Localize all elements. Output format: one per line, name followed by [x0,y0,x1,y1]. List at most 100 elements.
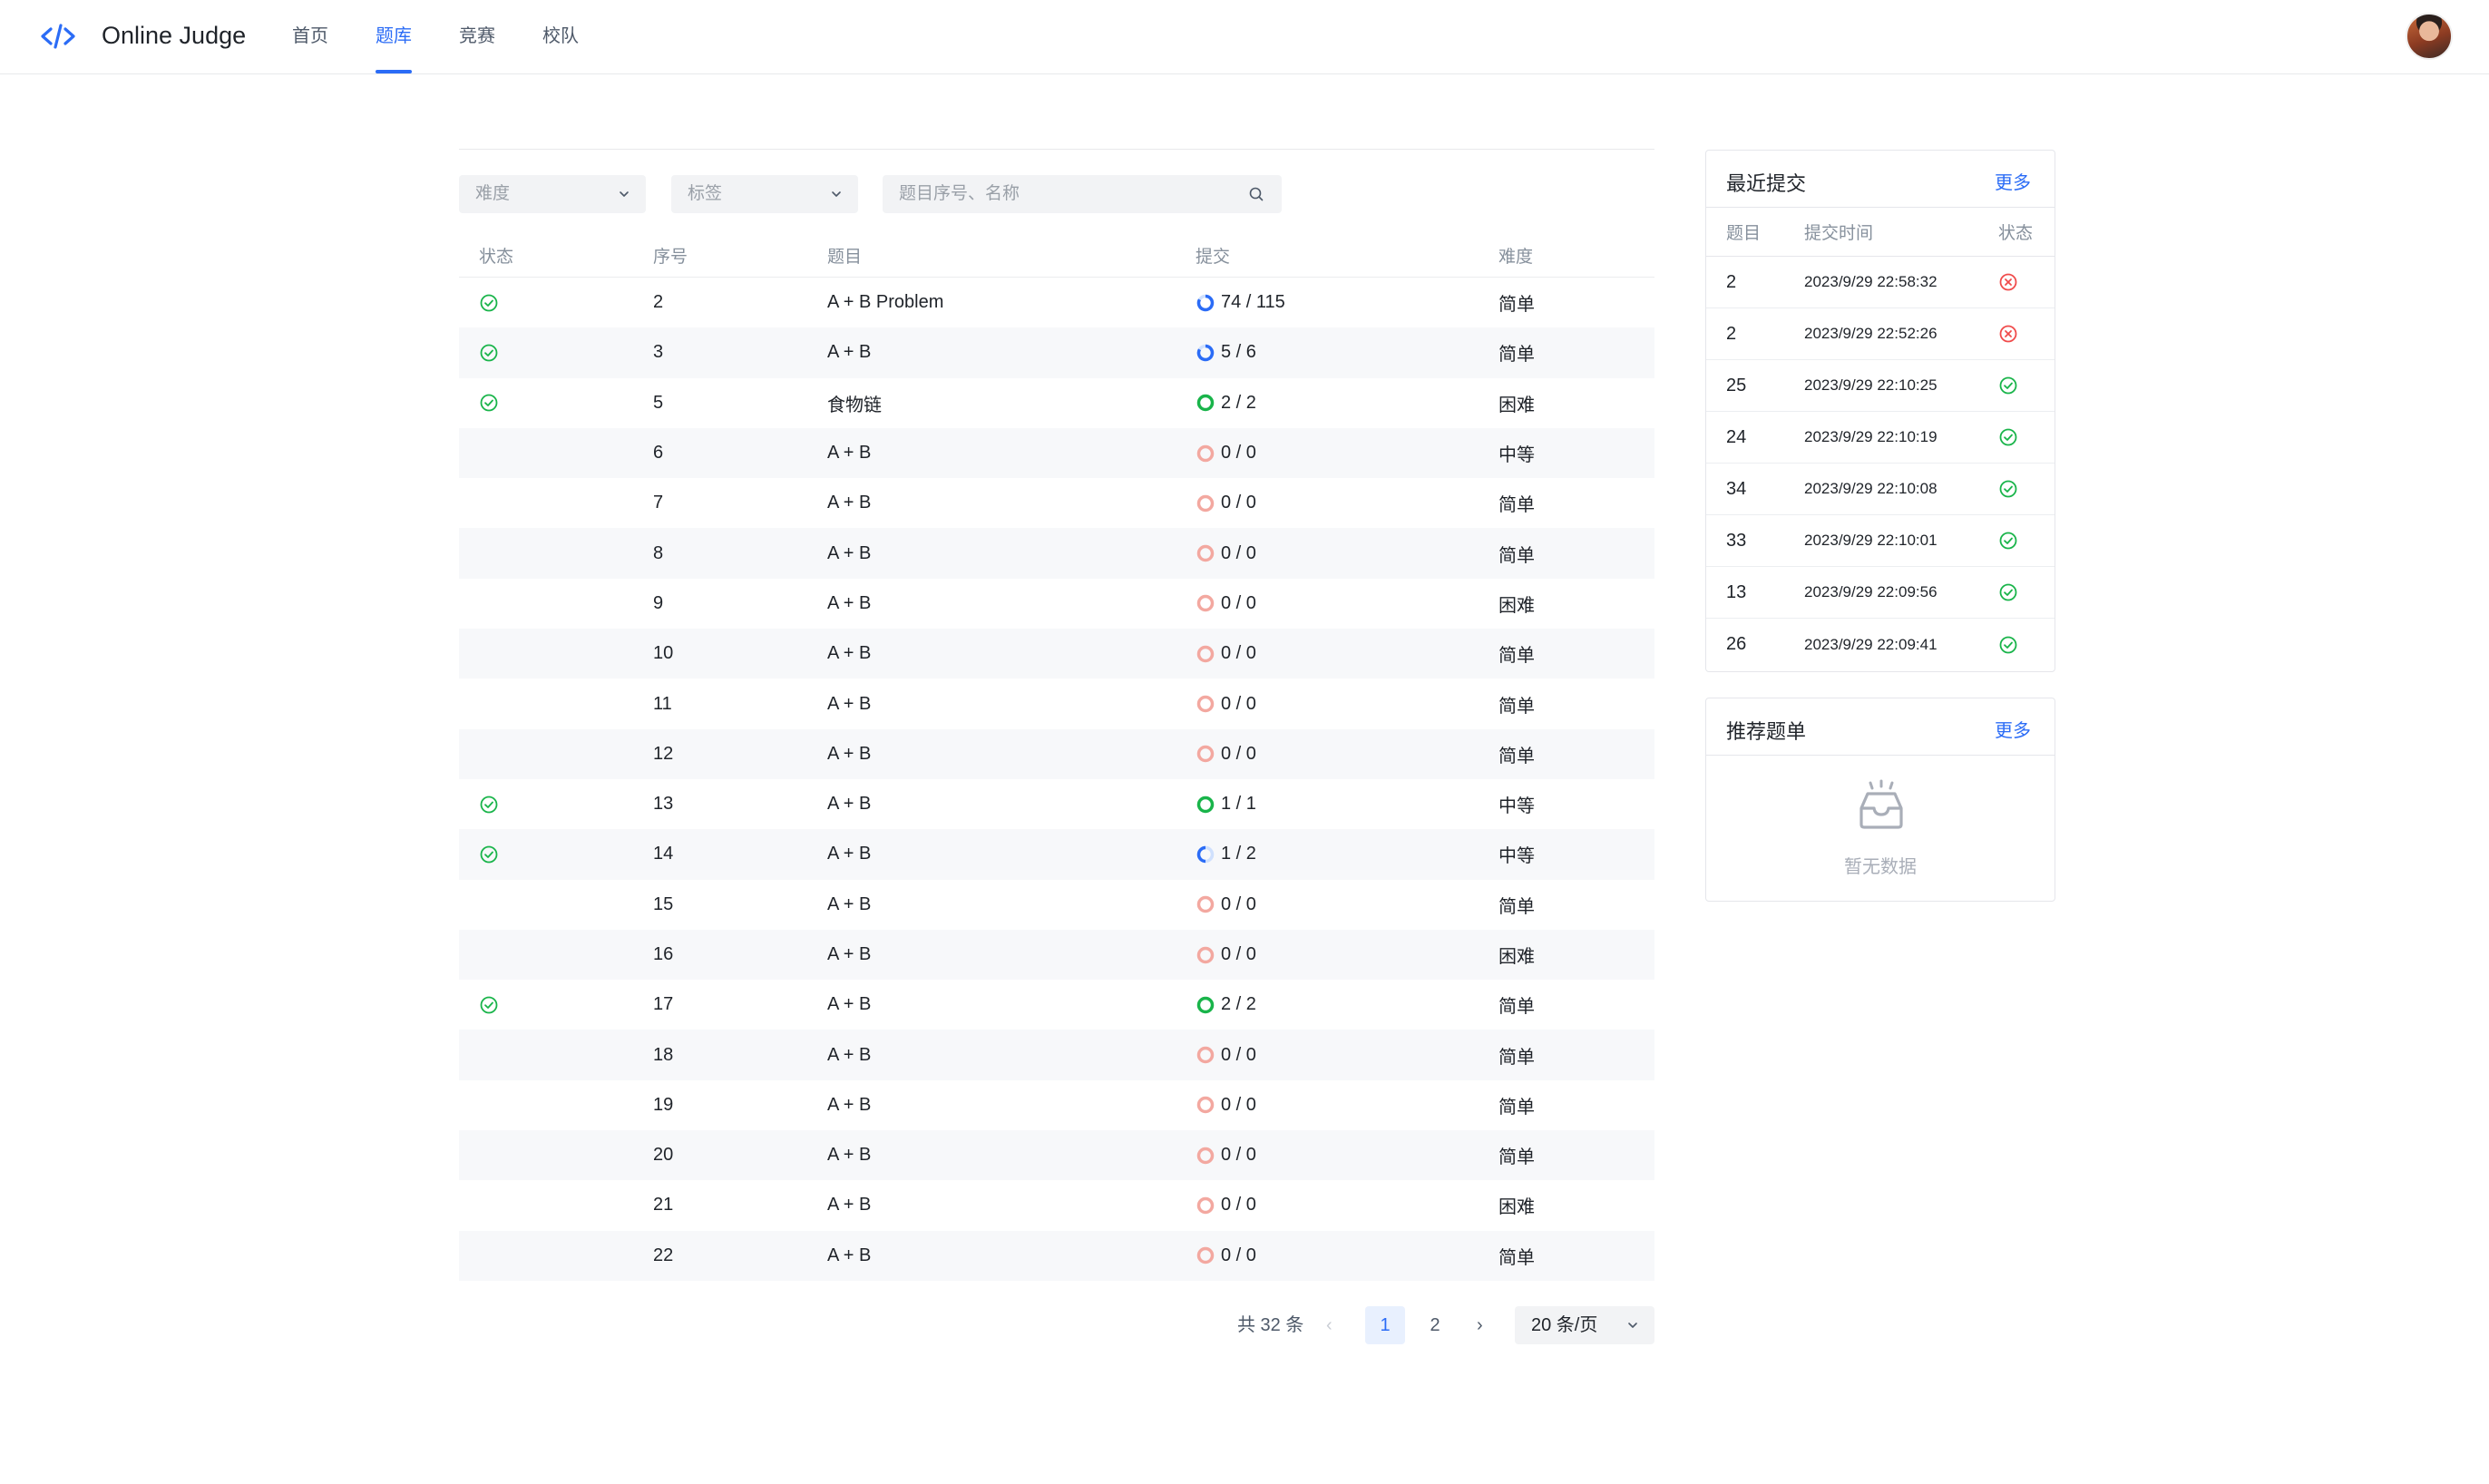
submissions-count: 1 / 2 [1221,844,1256,864]
recent-submission-row[interactable]: 2 2023/9/29 22:52:26 [1706,308,2055,360]
submission-progress-ring-icon [1196,946,1215,963]
problem-title[interactable]: A + B [827,779,871,829]
difficulty-label: 简单 [1498,295,1535,316]
nav-item-contests[interactable]: 竞赛 [459,0,495,74]
submissions-count: 1 / 1 [1221,794,1256,815]
nav-item-problems[interactable]: 题库 [376,0,412,74]
difficulty-label: 中等 [1498,796,1535,817]
recent-submission-row[interactable]: 33 2023/9/29 22:10:01 [1706,515,2055,567]
pagination-prev-button[interactable]: ‹ [1326,1306,1344,1344]
recent-submission-row[interactable]: 26 2023/9/29 22:09:41 [1706,619,2055,670]
table-row[interactable]: 15 A + B 0 / 0 简单 [459,880,1654,930]
search-icon[interactable] [1248,186,1264,202]
table-row[interactable]: 21 A + B 0 / 0 困难 [459,1180,1654,1230]
problem-title[interactable]: A + B [827,327,871,377]
table-row[interactable]: 18 A + B 0 / 0 简单 [459,1030,1654,1080]
table-row[interactable]: 13 A + B 1 / 1 中等 [459,779,1654,829]
table-row[interactable]: 19 A + B 0 / 0 简单 [459,1080,1654,1130]
recent-submission-row[interactable]: 2 2023/9/29 22:58:32 [1706,257,2055,308]
problem-title[interactable]: A + B [827,1030,871,1079]
submissions-count: 0 / 0 [1221,592,1256,613]
recent-submission-row[interactable]: 34 2023/9/29 22:10:08 [1706,464,2055,515]
problem-title[interactable]: 食物链 [827,378,882,428]
pagination-next-button[interactable]: › [1477,1306,1495,1344]
problem-title[interactable]: A + B [827,528,871,578]
submission-time: 2023/9/29 22:10:19 [1804,428,1938,445]
table-row[interactable]: 22 A + B 0 / 0 简单 [459,1230,1654,1281]
table-row[interactable]: 17 A + B 2 / 2 简单 [459,980,1654,1030]
pagination-page-1[interactable]: 1 [1365,1306,1405,1344]
table-row[interactable]: 20 A + B 0 / 0 简单 [459,1130,1654,1181]
problem-title[interactable]: A + B [827,930,871,980]
problem-id: 21 [653,1195,674,1216]
problem-search-input[interactable] [883,175,1282,213]
problem-title[interactable]: A + B [827,1130,871,1180]
submission-progress-ring-icon [1196,645,1215,662]
submissions-cell: 0 / 0 [1196,1180,1256,1230]
problem-title[interactable]: A + B [827,1231,871,1281]
submissions-count: 0 / 0 [1221,1195,1256,1216]
user-avatar[interactable] [2406,13,2453,60]
problem-title[interactable]: A + B [827,1080,871,1130]
table-row[interactable]: 8 A + B 0 / 0 简单 [459,528,1654,579]
table-row[interactable]: 3 A + B 5 / 6 简单 [459,327,1654,378]
table-row[interactable]: 11 A + B 0 / 0 简单 [459,679,1654,728]
header-status: 状态 [479,247,514,267]
problem-id: 14 [653,844,674,864]
app-name[interactable]: Online Judge [102,22,246,50]
submission-status [1998,308,2018,359]
submission-time: 2023/9/29 22:10:08 [1804,480,1938,497]
divider [459,149,1654,150]
submission-progress-ring-icon [1196,595,1215,612]
problem-title[interactable]: A + B [827,980,871,1030]
empty-inbox-icon [1859,779,1903,829]
table-row[interactable]: 10 A + B 0 / 0 简单 [459,629,1654,679]
submissions-cell: 0 / 0 [1196,679,1256,728]
submission-problem-id: 25 [1726,375,1747,395]
table-row[interactable]: 16 A + B 0 / 0 困难 [459,929,1654,981]
recent-submission-row[interactable]: 24 2023/9/29 22:10:19 [1706,412,2055,464]
problem-title[interactable]: A + B [827,1180,871,1230]
submissions-cell: 0 / 0 [1196,1030,1256,1079]
table-row[interactable]: 5 食物链 2 / 2 困难 [459,378,1654,428]
submission-progress-ring-icon [1196,544,1215,562]
problem-table: 状态 序号 题目 提交 难度 2A + B Problem 74 / 115 简单 3… [459,232,1654,1281]
difficulty-select[interactable]: 难度 [459,175,646,213]
problem-title[interactable]: A + B [827,629,871,679]
page-size-select[interactable]: 20 条/页 [1515,1306,1654,1344]
difficulty-label: 简单 [1498,646,1535,667]
difficulty-label: 简单 [1498,997,1535,1018]
recent-submissions-more-link[interactable]: 更多 [1995,168,2031,194]
problem-title[interactable]: A + B [827,880,871,930]
pagination-page-2[interactable]: 2 [1415,1306,1455,1344]
nav-item-home[interactable]: 首页 [292,0,328,74]
submissions-cell: 2 / 2 [1196,378,1256,428]
problem-title[interactable]: A + B Problem [827,278,943,327]
tag-select[interactable]: 标签 [671,175,858,213]
problem-id: 2 [653,292,664,313]
submission-progress-ring-icon [1196,996,1215,1014]
submissions-count: 5 / 6 [1221,342,1256,363]
table-row[interactable]: 9 A + B 0 / 0 困难 [459,579,1654,629]
nav-item-team[interactable]: 校队 [542,0,579,74]
table-row[interactable]: 6 A + B 0 / 0 中等 [459,427,1654,479]
problem-id: 15 [653,893,674,914]
problem-title[interactable]: A + B [827,679,871,728]
recent-submission-row[interactable]: 25 2023/9/29 22:10:25 [1706,360,2055,412]
table-row[interactable]: 2 A + B Problem 74 / 115 简单 [459,278,1654,327]
submission-problem-id: 33 [1726,530,1747,551]
submission-problem-id: 34 [1726,478,1747,499]
table-row[interactable]: 7 A + B 0 / 0 简单 [459,478,1654,528]
table-row[interactable]: 14 A + B 1 / 2 中等 [459,829,1654,880]
recommended-more-link[interactable]: 更多 [1995,716,2031,742]
problem-title[interactable]: A + B [827,579,871,629]
table-body: 2 A + B Problem 74 / 115 简单 3 A + B 5 / 6 简单 5 食物… [459,278,1654,1281]
difficulty-label: 简单 [1498,1047,1535,1068]
problem-title[interactable]: A + B [827,829,871,879]
problem-title[interactable]: A + B [827,428,871,478]
table-row[interactable]: 12 A + B 0 / 0 简单 [459,728,1654,779]
problem-title[interactable]: A + B [827,478,871,528]
code-logo-icon[interactable] [40,21,76,52]
problem-title[interactable]: A + B [827,729,871,779]
recent-submission-row[interactable]: 13 2023/9/29 22:09:56 [1706,567,2055,619]
